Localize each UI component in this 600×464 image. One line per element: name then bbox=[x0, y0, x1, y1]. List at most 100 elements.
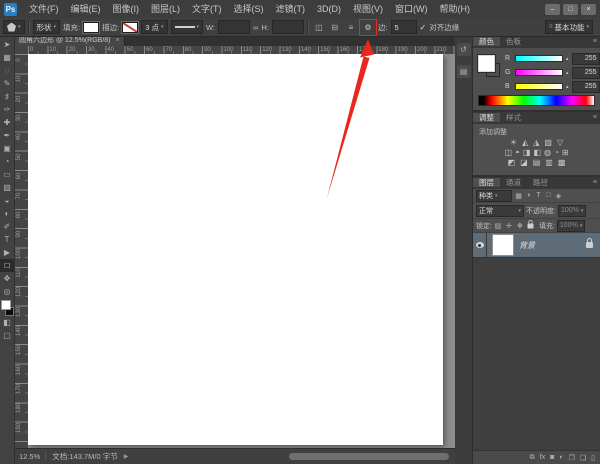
adjustment-icon[interactable]: ◫ bbox=[504, 148, 512, 158]
workspace-switcher[interactable]: ≡ 基本功能 ▾ bbox=[545, 20, 593, 34]
new-layer-icon[interactable]: ❏ bbox=[580, 454, 586, 462]
tab-色板[interactable]: 色板 bbox=[500, 37, 527, 46]
layer-filter-select[interactable]: 种类 ▾ bbox=[476, 190, 512, 202]
close-tab-icon[interactable]: × bbox=[116, 36, 120, 46]
menu-item[interactable]: 文字(T) bbox=[186, 0, 228, 18]
brush-tool[interactable]: ✒ bbox=[0, 129, 14, 142]
tab-路径[interactable]: 路径 bbox=[527, 178, 554, 187]
adjustment-icon[interactable]: ▧ bbox=[544, 138, 552, 148]
screen-mode-icon[interactable]: ▢ bbox=[0, 329, 14, 342]
fill-opacity-field[interactable]: 100% ▾ bbox=[557, 220, 585, 232]
adjustment-icon[interactable]: ◩ bbox=[508, 158, 516, 168]
foreground-color-proxy[interactable] bbox=[478, 55, 495, 72]
quick-selection-tool[interactable]: ✎ bbox=[0, 77, 14, 90]
fill-swatch[interactable] bbox=[83, 22, 99, 33]
lock-option-icon[interactable]: ▨ bbox=[494, 222, 502, 230]
maximize-button[interactable]: □ bbox=[563, 4, 578, 15]
panel-menu-icon[interactable]: ≡ bbox=[593, 38, 597, 45]
link-layers-icon[interactable]: ⧉ bbox=[530, 454, 535, 462]
channel-value-field[interactable]: 255 bbox=[572, 81, 600, 93]
height-input[interactable] bbox=[272, 20, 304, 34]
tab-颜色[interactable]: 颜色 bbox=[473, 37, 500, 46]
menu-item[interactable]: 图层(L) bbox=[145, 0, 186, 18]
delete-layer-icon[interactable]: ▯ bbox=[591, 454, 595, 462]
hand-tool[interactable]: ✥ bbox=[0, 272, 14, 285]
marquee-tool[interactable]: ▦ bbox=[0, 51, 14, 64]
zoom-level-field[interactable]: 12.5% bbox=[19, 452, 46, 461]
channel-slider[interactable] bbox=[515, 55, 563, 62]
sides-input[interactable]: 5 bbox=[391, 20, 417, 34]
adjustment-icon[interactable]: ◪ bbox=[520, 158, 528, 168]
crop-tool[interactable]: ♯ bbox=[0, 90, 14, 103]
color-spectrum-ramp[interactable] bbox=[478, 95, 595, 106]
quick-mask-icon[interactable]: ◧ bbox=[0, 316, 14, 329]
tab-调整[interactable]: 调整 bbox=[473, 113, 500, 122]
adjustment-layer-icon[interactable]: ◐ bbox=[559, 454, 563, 461]
stroke-style-select[interactable]: ▾ bbox=[171, 20, 204, 34]
move-tool[interactable]: ➤ bbox=[0, 38, 14, 51]
slider-marker-icon[interactable]: ▴ bbox=[566, 70, 569, 76]
channel-value-field[interactable]: 255 bbox=[572, 67, 600, 79]
menu-item[interactable]: 视图(V) bbox=[347, 0, 389, 18]
path-align-icon[interactable]: ⊟ bbox=[328, 21, 342, 34]
adjustment-icon[interactable]: ◮ bbox=[533, 138, 539, 148]
panel-menu-icon[interactable]: ≡ bbox=[593, 179, 597, 186]
stroke-swatch[interactable] bbox=[122, 22, 138, 33]
type-tool[interactable]: T bbox=[0, 233, 14, 246]
align-edges-checkbox[interactable]: ✓ bbox=[420, 23, 427, 32]
zoom-tool[interactable]: ◎ bbox=[0, 285, 14, 298]
clone-stamp-tool[interactable]: ▣ bbox=[0, 142, 14, 155]
blur-tool[interactable]: ◒ bbox=[0, 194, 14, 207]
menu-item[interactable]: 窗口(W) bbox=[389, 0, 434, 18]
stroke-width-field[interactable]: 3 点 ▾ bbox=[141, 20, 167, 34]
adjustment-icon[interactable]: ▽ bbox=[557, 138, 563, 148]
lock-all-icon[interactable] bbox=[527, 223, 533, 228]
layer-filter-icon[interactable]: T bbox=[534, 192, 543, 200]
panel-menu-icon[interactable]: ≡ bbox=[593, 114, 597, 121]
eraser-tool[interactable]: ▭ bbox=[0, 168, 14, 181]
menu-item[interactable]: 选择(S) bbox=[228, 0, 270, 18]
gradient-tool[interactable]: ▨ bbox=[0, 181, 14, 194]
adjustment-icon[interactable]: ◨ bbox=[523, 148, 531, 158]
slider-marker-icon[interactable]: ▴ bbox=[566, 84, 569, 90]
adjustment-icon[interactable]: ◧ bbox=[533, 148, 541, 158]
layer-filter-icon[interactable]: ◈ bbox=[554, 192, 563, 200]
channel-slider[interactable] bbox=[515, 83, 563, 90]
menu-item[interactable]: 图像(I) bbox=[107, 0, 146, 18]
layer-mask-icon[interactable]: ◙ bbox=[550, 454, 554, 461]
layer-filter-icon[interactable]: ◑ bbox=[524, 192, 533, 200]
layer-thumbnail[interactable] bbox=[492, 234, 514, 256]
vertical-ruler[interactable]: 0102030405060708090100110120130140150160… bbox=[15, 54, 29, 449]
lasso-tool[interactable]: ◌ bbox=[0, 64, 14, 77]
tab-图层[interactable]: 图层 bbox=[473, 178, 500, 187]
lock-option-icon[interactable]: ✥ bbox=[516, 222, 524, 230]
blend-mode-select[interactable]: 正常 ▾ bbox=[476, 205, 524, 217]
menu-item[interactable]: 帮助(H) bbox=[434, 0, 477, 18]
menu-item[interactable]: 文件(F) bbox=[23, 0, 65, 18]
properties-panel-icon[interactable]: ▤ bbox=[457, 65, 471, 78]
dodge-tool[interactable]: ◐ bbox=[0, 207, 14, 220]
pen-tool[interactable]: ✐ bbox=[0, 220, 14, 233]
history-brush-tool[interactable]: ◔ bbox=[0, 155, 14, 168]
layer-style-icon[interactable]: fx bbox=[540, 454, 545, 461]
history-panel-icon[interactable]: ↺ bbox=[457, 43, 471, 56]
path-arrange-icon[interactable]: ≡ bbox=[344, 21, 358, 34]
adjustment-icon[interactable]: ▩ bbox=[558, 158, 566, 168]
menu-item[interactable]: 3D(D) bbox=[311, 0, 347, 18]
layer-name[interactable]: 背景 bbox=[519, 240, 535, 251]
channel-value-field[interactable]: 255 bbox=[572, 53, 600, 65]
document-tab[interactable]: 圆角六边形 @ 12.5%(RGB/8) × bbox=[15, 36, 125, 46]
foreground-color-swatch[interactable] bbox=[1, 300, 11, 310]
menu-item[interactable]: 编辑(E) bbox=[65, 0, 107, 18]
channel-slider[interactable] bbox=[515, 69, 563, 76]
lock-option-icon[interactable]: ✛ bbox=[505, 222, 513, 230]
minimize-button[interactable]: – bbox=[545, 4, 560, 15]
horizontal-scrollbar[interactable] bbox=[289, 453, 449, 460]
opacity-field[interactable]: 100% ▾ bbox=[558, 205, 586, 217]
adjustment-icon[interactable]: ◔ bbox=[554, 148, 559, 158]
layer-filter-icon[interactable]: □ bbox=[544, 192, 553, 200]
width-input[interactable] bbox=[218, 20, 250, 34]
adjustment-icon[interactable]: ⊞ bbox=[562, 148, 569, 158]
adjustment-icon[interactable]: ▥ bbox=[545, 158, 553, 168]
tab-样式[interactable]: 样式 bbox=[500, 113, 527, 122]
